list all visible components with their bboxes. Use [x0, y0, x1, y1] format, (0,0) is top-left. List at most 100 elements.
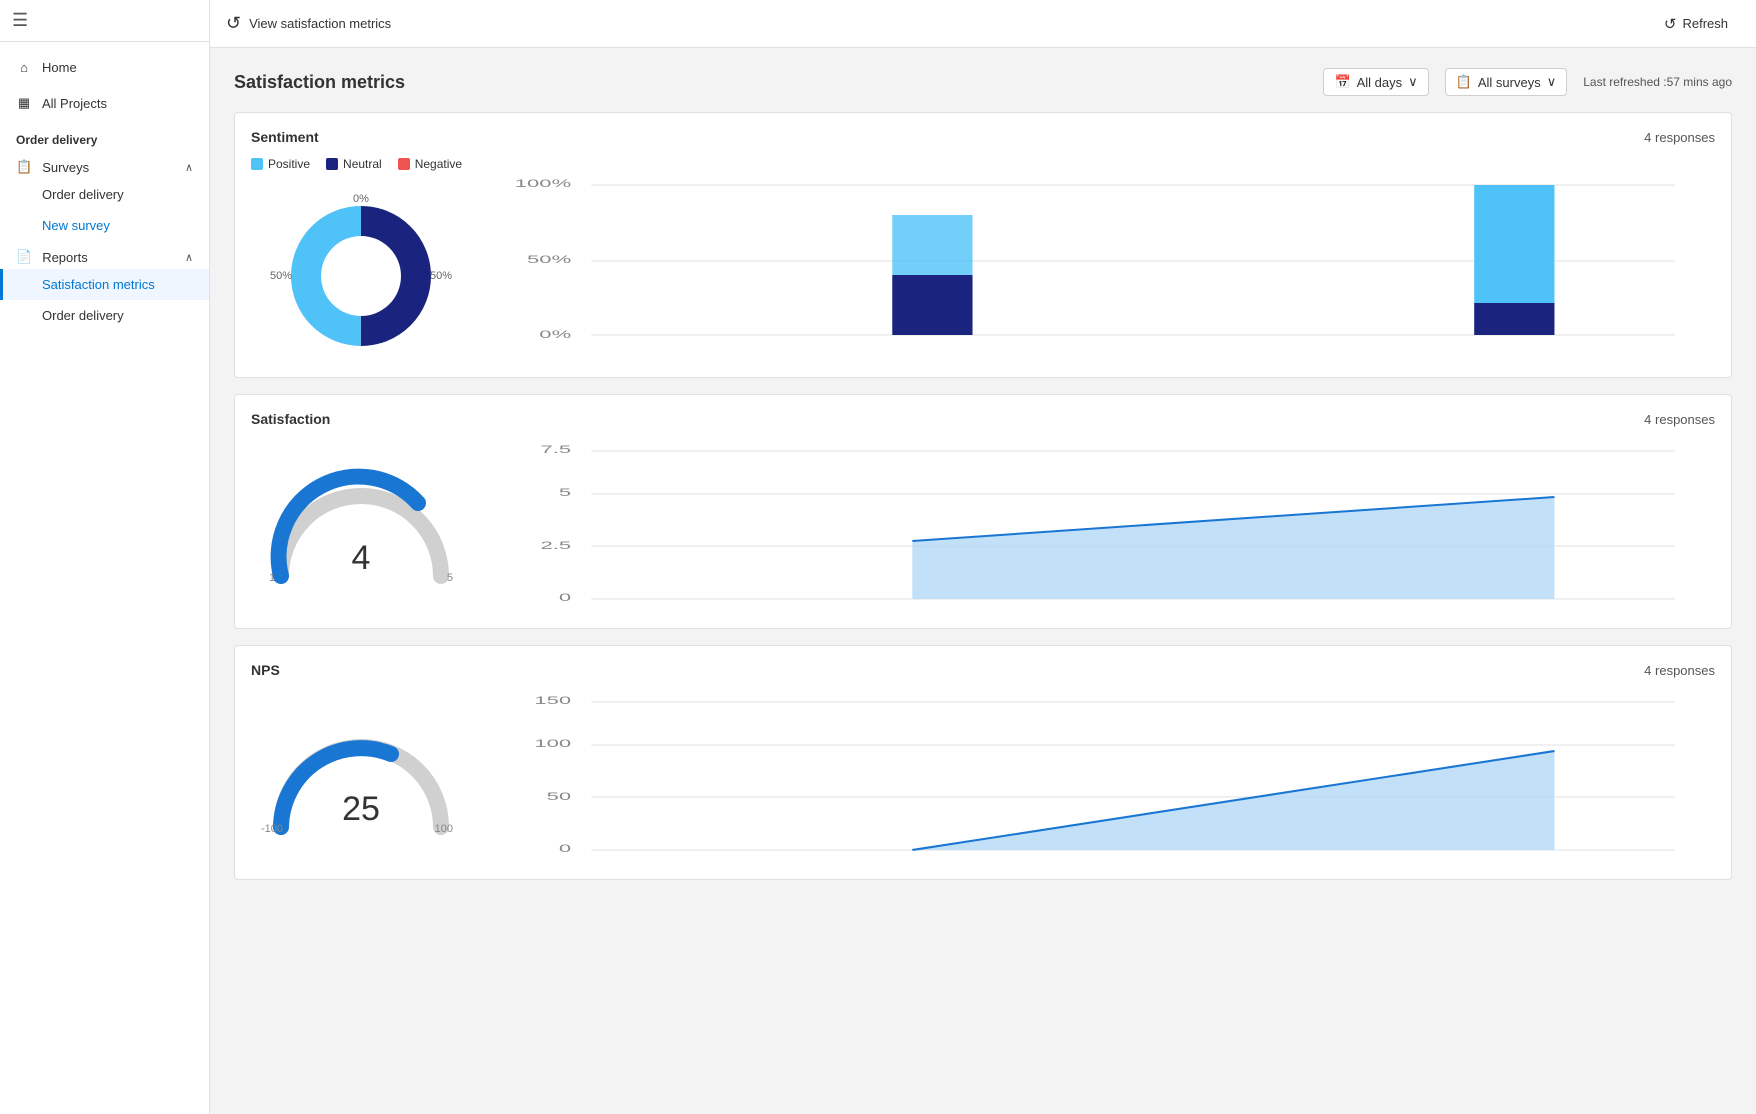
sidebar-item-all-projects[interactable]: ▦ All Projects — [0, 85, 209, 121]
svg-text:0: 0 — [559, 842, 572, 855]
svg-text:150: 150 — [534, 694, 571, 707]
section-order-delivery: Order delivery — [0, 121, 209, 151]
hamburger-icon[interactable]: ☰ — [12, 10, 28, 31]
svg-text:5: 5 — [559, 486, 571, 499]
positive-dot — [251, 158, 263, 170]
svg-text:7/20: 7/20 — [1533, 858, 1576, 860]
all-days-label: All days — [1357, 75, 1403, 90]
reports-header-left: 📄 Reports — [16, 249, 88, 265]
surveys-header-left: 📋 Surveys — [16, 159, 89, 175]
all-days-chevron-icon: ∨ — [1408, 74, 1418, 90]
legend-negative: Negative — [398, 157, 462, 171]
satisfaction-gauge-max: 5 — [447, 572, 453, 584]
nps-gauge-value: 25 — [342, 790, 380, 829]
sidebar-nav: ⌂ Home ▦ All Projects Order delivery 📋 S… — [0, 42, 209, 339]
nps-title: NPS — [251, 662, 280, 678]
donut-label-top: 0% — [353, 193, 369, 205]
content-area: Satisfaction metrics 📅 All days ∨ 📋 All … — [210, 48, 1756, 1114]
new-survey-label: New survey — [42, 218, 110, 233]
surveys-section-header[interactable]: 📋 Surveys ∧ — [0, 151, 209, 179]
svg-text:7/17: 7/17 — [891, 858, 934, 860]
sidebar: ☰ ⌂ Home ▦ All Projects Order delivery 📋… — [0, 0, 210, 1114]
sentiment-card: Sentiment 4 responses Positive Neutral — [234, 112, 1732, 378]
legend-positive: Positive — [251, 157, 310, 171]
sentiment-card-header: Sentiment 4 responses — [251, 129, 1715, 145]
nps-card: NPS 4 responses — [234, 645, 1732, 880]
satisfaction-card-body: 4 1 5 7.5 5 2.5 0 — [251, 439, 1715, 612]
nps-gauge-section: 25 -100 100 — [251, 707, 471, 847]
svg-text:7/20: 7/20 — [1493, 340, 1536, 342]
reports-icon: 📄 — [16, 249, 32, 265]
sentiment-card-body: Positive Neutral Negative — [251, 157, 1715, 361]
main-area: ↺ View satisfaction metrics ↺ Refresh Sa… — [210, 0, 1756, 1114]
sidebar-item-satisfaction-metrics[interactable]: Satisfaction metrics — [0, 269, 209, 300]
satisfaction-title: Satisfaction — [251, 411, 330, 427]
all-surveys-chevron-icon: ∨ — [1547, 74, 1557, 90]
nps-area-chart: 150 100 50 0 7/17 — [511, 690, 1715, 863]
page-title: Satisfaction metrics — [234, 72, 405, 93]
reports-chevron-icon: ∧ — [185, 251, 193, 264]
satisfaction-gauge-value: 4 — [352, 539, 371, 578]
neutral-label: Neutral — [343, 157, 382, 171]
order-delivery-survey-label: Order delivery — [42, 187, 124, 202]
refresh-topbar-icon: ↺ — [226, 13, 241, 34]
page-header: Satisfaction metrics 📅 All days ∨ 📋 All … — [234, 68, 1732, 96]
all-surveys-label: All surveys — [1478, 75, 1541, 90]
negative-label: Negative — [415, 157, 462, 171]
sidebar-item-order-delivery-survey[interactable]: Order delivery — [0, 179, 209, 210]
home-label: Home — [42, 60, 77, 75]
all-days-filter[interactable]: 📅 All days ∨ — [1323, 68, 1428, 96]
svg-text:50: 50 — [547, 790, 572, 803]
sentiment-donut-section: Positive Neutral Negative — [251, 157, 471, 361]
surveys-icon: 📋 — [16, 159, 32, 175]
donut-chart: 0% 50% 50% — [276, 191, 446, 361]
svg-text:7/17: 7/17 — [891, 607, 934, 609]
sidebar-item-home[interactable]: ⌂ Home — [0, 50, 209, 85]
nps-card-header: NPS 4 responses — [251, 662, 1715, 678]
refresh-icon: ↺ — [1664, 15, 1677, 33]
sidebar-item-order-delivery-report[interactable]: Order delivery — [0, 300, 209, 331]
sidebar-header: ☰ — [0, 0, 209, 42]
nps-responses: 4 responses — [1644, 663, 1715, 678]
svg-text:0: 0 — [559, 591, 572, 604]
nps-card-body: 25 -100 100 150 100 50 0 — [251, 690, 1715, 863]
satisfaction-responses: 4 responses — [1644, 412, 1715, 427]
sentiment-legend: Positive Neutral Negative — [251, 157, 462, 171]
sentiment-bar-chart: 100% 50% 0% — [511, 173, 1715, 346]
satisfaction-card: Satisfaction 4 responses — [234, 394, 1732, 629]
nps-gauge: 25 -100 100 — [261, 717, 461, 847]
svg-text:100%: 100% — [515, 176, 571, 189]
reports-label: Reports — [42, 250, 88, 265]
surveys-chevron-icon: ∧ — [185, 161, 193, 174]
all-surveys-filter[interactable]: 📋 All surveys ∨ — [1445, 68, 1568, 96]
sidebar-item-new-survey[interactable]: New survey — [0, 210, 209, 241]
satisfaction-card-header: Satisfaction 4 responses — [251, 411, 1715, 427]
neutral-dot — [326, 158, 338, 170]
reports-section-header[interactable]: 📄 Reports ∧ — [0, 241, 209, 269]
sentiment-responses: 4 responses — [1644, 130, 1715, 145]
donut-label-right: 50% — [430, 270, 452, 282]
svg-text:7/17: 7/17 — [911, 340, 954, 342]
refresh-button[interactable]: ↺ Refresh — [1652, 9, 1740, 39]
last-refreshed-label: Last refreshed :57 mins ago — [1583, 75, 1732, 89]
svg-text:50%: 50% — [527, 252, 571, 265]
sentiment-title: Sentiment — [251, 129, 319, 145]
topbar-title: View satisfaction metrics — [249, 16, 391, 31]
svg-text:0%: 0% — [539, 327, 571, 340]
all-projects-label: All Projects — [42, 96, 107, 111]
header-controls: 📅 All days ∨ 📋 All surveys ∨ Last refres… — [1323, 68, 1732, 96]
nps-gauge-min: -100 — [261, 823, 283, 835]
satisfaction-metrics-label: Satisfaction metrics — [42, 277, 155, 292]
svg-text:7/20: 7/20 — [1533, 607, 1576, 609]
donut-label-left: 50% — [270, 270, 292, 282]
topbar: ↺ View satisfaction metrics ↺ Refresh — [210, 0, 1756, 48]
satisfaction-area-chart: 7.5 5 2.5 0 — [511, 439, 1715, 612]
order-delivery-report-label: Order delivery — [42, 308, 124, 323]
calendar-icon: 📅 — [1334, 74, 1350, 90]
legend-neutral: Neutral — [326, 157, 382, 171]
satisfaction-gauge-section: 4 1 5 — [251, 456, 471, 596]
surveys-label: Surveys — [42, 160, 89, 175]
svg-text:7.5: 7.5 — [541, 443, 572, 456]
positive-label: Positive — [268, 157, 310, 171]
refresh-label: Refresh — [1682, 16, 1728, 31]
